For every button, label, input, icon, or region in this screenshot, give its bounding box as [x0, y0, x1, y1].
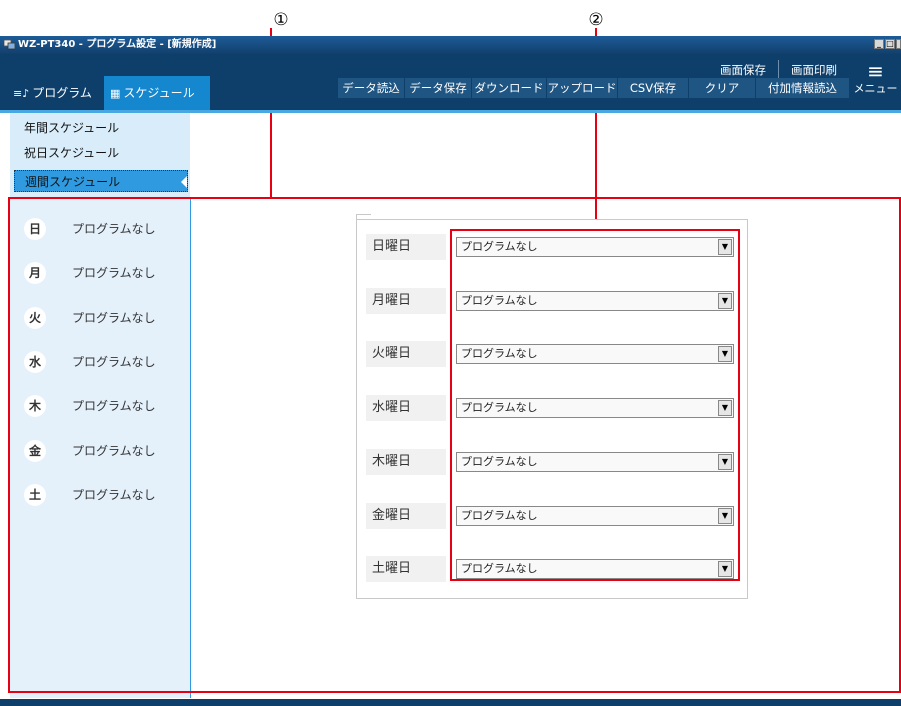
program-select-value: プログラムなし — [461, 455, 538, 468]
screen-save-button[interactable]: 画面保存 — [708, 60, 779, 80]
program-select-tuesday[interactable]: プログラムなし ▼ — [456, 344, 734, 364]
day-badge: 月 — [24, 262, 46, 284]
day-label: 土曜日 — [366, 556, 446, 582]
program-select-saturday[interactable]: プログラムなし ▼ — [456, 559, 734, 579]
callout-1: ① — [273, 10, 289, 30]
screen-print-button[interactable]: 画面印刷 — [779, 60, 849, 80]
day-program: プログラムなし — [72, 355, 156, 369]
csv-save-button[interactable]: CSV保存 — [618, 78, 688, 98]
menu-item-holiday-schedule[interactable]: 祝日スケジュール — [14, 142, 188, 164]
dropdown-arrow-icon[interactable]: ▼ — [718, 454, 732, 470]
day-program: プログラムなし — [72, 266, 156, 280]
day-badge: 土 — [24, 484, 46, 506]
app-icon — [4, 39, 15, 50]
selected-caret-icon — [181, 176, 187, 188]
menu-button[interactable]: ≡ メニュー — [850, 60, 901, 110]
program-select-value: プログラムなし — [461, 401, 538, 414]
menu-item-weekly-schedule[interactable]: 週間スケジュール — [14, 170, 188, 192]
clear-button[interactable]: クリア — [689, 78, 755, 98]
tab-program[interactable]: ≡♪ プログラム — [7, 76, 103, 110]
day-program: プログラムなし — [72, 311, 156, 325]
tab-schedule[interactable]: ▦ スケジュール — [104, 76, 210, 110]
day-label: 日曜日 — [366, 234, 446, 260]
day-badge: 日 — [24, 218, 46, 240]
upload-button[interactable]: アップロード — [547, 78, 617, 98]
program-select-friday[interactable]: プログラムなし ▼ — [456, 506, 734, 526]
day-program: プログラムなし — [72, 444, 156, 458]
hamburger-icon: ≡ — [867, 59, 884, 83]
program-select-thursday[interactable]: プログラムなし ▼ — [456, 452, 734, 472]
day-badge: 金 — [24, 440, 46, 462]
day-badge: 水 — [24, 351, 46, 373]
dropdown-arrow-icon[interactable]: ▼ — [718, 400, 732, 416]
dropdown-arrow-icon[interactable]: ▼ — [718, 561, 732, 577]
tab-program-label: プログラム — [32, 86, 92, 100]
window-title: WZ-PT340 - プログラム設定 - [新規作成] — [18, 39, 217, 50]
program-select-sunday[interactable]: プログラムなし ▼ — [456, 237, 734, 257]
day-program: プログラムなし — [72, 222, 156, 236]
day-label: 水曜日 — [366, 395, 446, 421]
menu-item-annual-schedule[interactable]: 年間スケジュール — [14, 117, 188, 139]
program-select-value: プログラムなし — [461, 347, 538, 360]
tab-schedule-label: スケジュール — [123, 86, 195, 100]
day-label: 火曜日 — [366, 341, 446, 367]
program-select-monday[interactable]: プログラムなし ▼ — [456, 291, 734, 311]
day-badge: 火 — [24, 307, 46, 329]
callout-2: ② — [588, 10, 604, 30]
window-titlebar: WZ-PT340 - プログラム設定 - [新規作成] _ □ — [0, 36, 901, 54]
program-select-value: プログラムなし — [461, 294, 538, 307]
dropdown-arrow-icon[interactable]: ▼ — [718, 346, 732, 362]
data-save-button[interactable]: データ保存 — [405, 78, 471, 98]
day-label: 金曜日 — [366, 503, 446, 529]
program-select-value: プログラムなし — [461, 240, 538, 253]
day-program: プログラムなし — [72, 488, 156, 502]
program-select-value: プログラムなし — [461, 509, 538, 522]
close-button[interactable] — [896, 39, 901, 49]
menu-label: メニュー — [853, 82, 898, 95]
calendar-icon: ▦ — [110, 87, 121, 100]
data-read-button[interactable]: データ読込 — [338, 78, 404, 98]
download-button[interactable]: ダウンロード — [472, 78, 546, 98]
dropdown-arrow-icon[interactable]: ▼ — [718, 239, 732, 255]
extra-info-read-button[interactable]: 付加情報読込 — [756, 78, 849, 98]
status-bar — [0, 699, 901, 706]
maximize-button[interactable]: □ — [885, 39, 895, 49]
day-label: 木曜日 — [366, 449, 446, 475]
minimize-button[interactable]: _ — [874, 39, 884, 49]
schedule-menu: 年間スケジュール 祝日スケジュール 週間スケジュール — [10, 113, 190, 198]
program-icon: ≡♪ — [13, 87, 30, 100]
program-select-value: プログラムなし — [461, 562, 538, 575]
dropdown-arrow-icon[interactable]: ▼ — [718, 508, 732, 524]
day-program: プログラムなし — [72, 399, 156, 413]
program-select-wednesday[interactable]: プログラムなし ▼ — [456, 398, 734, 418]
week-summary-panel: 日 プログラムなし 月 プログラムなし 火 プログラムなし 水 プログラムなし … — [10, 198, 191, 698]
day-badge: 木 — [24, 395, 46, 417]
menu-item-weekly-schedule-label: 週間スケジュール — [25, 175, 121, 189]
dropdown-arrow-icon[interactable]: ▼ — [718, 293, 732, 309]
day-label: 月曜日 — [366, 288, 446, 314]
